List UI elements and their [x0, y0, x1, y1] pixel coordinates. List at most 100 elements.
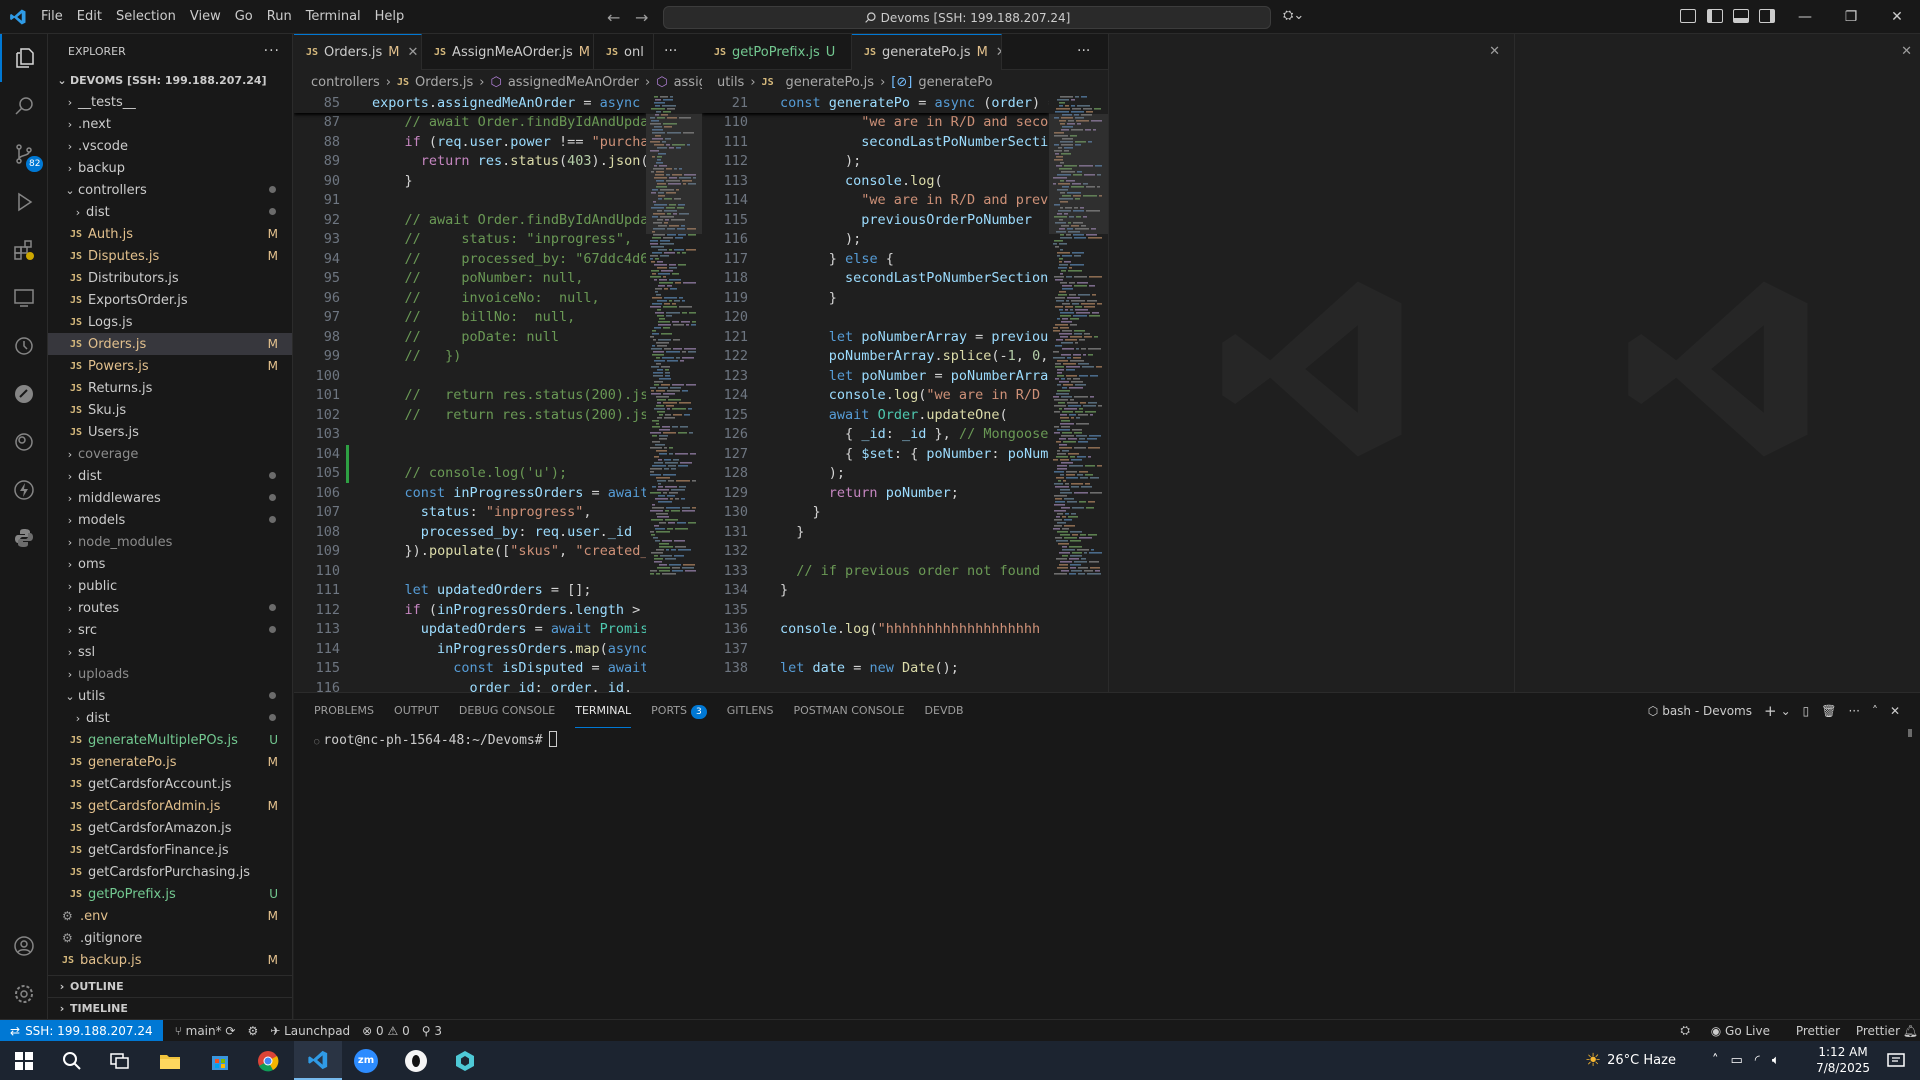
menu-edit[interactable]: Edit: [70, 0, 109, 34]
remote-explorer-activity[interactable]: [0, 274, 48, 322]
tab-devdb[interactable]: DEVDB: [925, 693, 964, 728]
ports-indicator[interactable]: ⚲ 3: [422, 1024, 442, 1038]
run-debug-activity[interactable]: [0, 178, 48, 226]
breadcrumb-item[interactable]: utils: [717, 75, 744, 90]
menu-terminal[interactable]: Terminal: [299, 0, 368, 34]
close-tab-icon[interactable]: ✕: [996, 45, 1001, 60]
tab-output[interactable]: OUTPUT: [394, 693, 439, 728]
close-group-icon[interactable]: ✕: [1489, 44, 1500, 59]
tree-folder[interactable]: ⌄ utils: [48, 685, 292, 707]
go-live-button[interactable]: ◉ Go Live: [1711, 1024, 1770, 1038]
tree-file[interactable]: JS Logs.js: [48, 311, 292, 333]
volume-icon[interactable]: 🔈︎: [1772, 1053, 1780, 1068]
breadcrumb-item[interactable]: assigned: [674, 75, 702, 90]
app-black-circle[interactable]: [392, 1041, 440, 1080]
tab-postman-console[interactable]: POSTMAN CONSOLE: [794, 693, 905, 728]
tree-file[interactable]: JS Returns.js: [48, 377, 292, 399]
tree-folder[interactable]: › .next: [48, 113, 292, 135]
wifi-icon[interactable]: ◜: [1755, 1053, 1760, 1068]
trash-icon[interactable]: 🗑: [1821, 704, 1836, 718]
copilot-icon[interactable]: ⛭⌄: [1283, 8, 1304, 23]
timeline-activity[interactable]: [0, 322, 48, 370]
tab-getpoprefix-js[interactable]: JS getPoPrefix.js U: [702, 34, 852, 70]
tree-folder[interactable]: › ssl: [48, 641, 292, 663]
tab-assignmeaorder-js[interactable]: JS AssignMeAOrder.js M: [422, 34, 594, 70]
outline-section[interactable]: › OUTLINE: [48, 975, 292, 997]
tree-file[interactable]: JS Sku.js: [48, 399, 292, 421]
tree-file[interactable]: JS ExportsOrder.js: [48, 289, 292, 311]
tree-folder[interactable]: › dist: [48, 201, 292, 223]
sticky-scroll-line[interactable]: 21 const generatePo = async (order) => {: [702, 94, 1049, 113]
tree-folder[interactable]: › public: [48, 575, 292, 597]
gitlens-activity[interactable]: [0, 418, 48, 466]
tree-file[interactable]: JS Powers.js M: [48, 355, 292, 377]
tree-file[interactable]: JS getCardsforAccount.js: [48, 773, 292, 795]
menu-view[interactable]: View: [183, 0, 228, 34]
minimap-slider[interactable]: [646, 114, 702, 234]
sticky-scroll-line[interactable]: 85 exports.assignedMeAnOrder = async (r: [294, 94, 646, 113]
tab-debug-console[interactable]: DEBUG CONSOLE: [459, 693, 555, 728]
code-editor-right[interactable]: 21 const generatePo = async (order) => {1…: [702, 94, 1049, 692]
workspace-root[interactable]: ⌄ DEVOMS [SSH: 199.188.207.24]: [48, 69, 292, 91]
tree-file[interactable]: JS getCardsforAmazon.js: [48, 817, 292, 839]
extensions-activity[interactable]: [0, 226, 48, 274]
tree-folder[interactable]: › dist: [48, 465, 292, 487]
start-button[interactable]: [0, 1041, 48, 1080]
forward-arrow-icon[interactable]: →: [635, 8, 648, 27]
remote-indicator[interactable]: ⇄ SSH: 199.188.207.24: [0, 1019, 163, 1042]
toggle-secondary-sidebar-icon[interactable]: [1759, 9, 1775, 23]
toggle-panel-icon[interactable]: [1733, 9, 1749, 23]
problems-indicator[interactable]: ⊗ 0 ⚠ 0: [362, 1024, 410, 1038]
menu-help[interactable]: Help: [368, 0, 412, 34]
tab-ports[interactable]: PORTS 3: [651, 693, 707, 728]
tree-file[interactable]: JS backup.js M: [48, 949, 292, 971]
tree-file[interactable]: JS generateMultiplePOs.js U: [48, 729, 292, 751]
tree-file[interactable]: JS generatePo.js M: [48, 751, 292, 773]
bell-icon[interactable]: 🔔︎: [1903, 1024, 1918, 1038]
explorer-activity[interactable]: [0, 34, 48, 82]
tree-folder[interactable]: › dist: [48, 707, 292, 729]
tree-file[interactable]: JS getCardsforAdmin.js M: [48, 795, 292, 817]
tree-file[interactable]: JS Auth.js M: [48, 223, 292, 245]
more-actions-icon[interactable]: ···: [1848, 704, 1859, 718]
prettier-status-1[interactable]: Prettier: [1796, 1024, 1840, 1038]
tree-folder[interactable]: › coverage: [48, 443, 292, 465]
breadcrumb-item[interactable]: assignedMeAnOrder: [508, 75, 639, 90]
menu-go[interactable]: Go: [228, 0, 260, 34]
thunder-client-activity[interactable]: [0, 466, 48, 514]
tree-folder[interactable]: › oms: [48, 553, 292, 575]
split-terminal-icon[interactable]: ▯: [1803, 704, 1810, 718]
terminal-scrollbar[interactable]: [1908, 729, 1912, 737]
minimap-left[interactable]: [646, 94, 702, 692]
source-control-activity[interactable]: 82: [0, 130, 48, 178]
python-activity[interactable]: [0, 514, 48, 562]
tree-folder[interactable]: ⌄ controllers: [48, 179, 292, 201]
tree-file[interactable]: JS Orders.js M: [48, 333, 292, 355]
tree-file[interactable]: JS getCardsforPurchasing.js: [48, 861, 292, 883]
close-tab-icon[interactable]: ✕: [408, 45, 419, 60]
launchpad-indicator[interactable]: ✈ Launchpad: [270, 1024, 350, 1038]
close-panel-icon[interactable]: ✕: [1890, 704, 1900, 718]
minimap-slider[interactable]: [1049, 114, 1108, 234]
command-center-search[interactable]: Devoms [SSH: 199.188.207.24]: [663, 6, 1271, 29]
tree-file[interactable]: ⚙ .env M: [48, 905, 292, 927]
tree-folder[interactable]: › uploads: [48, 663, 292, 685]
prettier-status-2[interactable]: Prettier: [1856, 1024, 1900, 1038]
code-editor-left[interactable]: 85 exports.assignedMeAnOrder = async (r 87…: [294, 94, 646, 692]
breadcrumb-item[interactable]: controllers: [311, 75, 380, 90]
tab-generatepo-js[interactable]: JS generatePo.js M ✕: [852, 34, 1002, 70]
tab-terminal[interactable]: TERMINAL: [575, 693, 632, 728]
timeline-section[interactable]: › TIMELINE: [48, 997, 292, 1019]
chevron-down-icon[interactable]: ⌄: [1781, 704, 1791, 718]
vscode-app[interactable]: [294, 1041, 342, 1080]
store-app[interactable]: [196, 1041, 244, 1080]
more-tabs-icon[interactable]: ···: [664, 43, 677, 59]
chrome-app[interactable]: [244, 1041, 292, 1080]
toggle-primary-sidebar-icon[interactable]: [1707, 9, 1723, 23]
tree-folder[interactable]: › src: [48, 619, 292, 641]
menu-run[interactable]: Run: [260, 0, 299, 34]
zoom-app[interactable]: zm: [342, 1041, 390, 1080]
tree-folder[interactable]: › __tests__: [48, 91, 292, 113]
restore-button[interactable]: ❐: [1828, 0, 1874, 34]
tree-file[interactable]: JS Distributors.js: [48, 267, 292, 289]
